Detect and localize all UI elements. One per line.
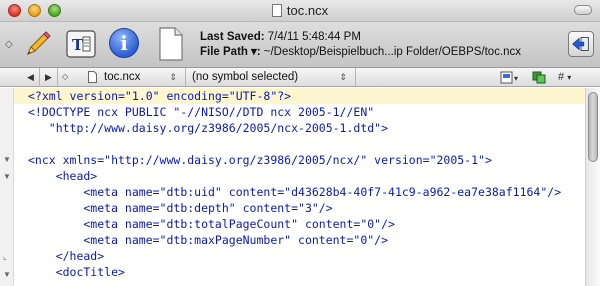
file-selector-popup[interactable]: toc.ncx ⇕: [76, 68, 186, 86]
pencil-icon[interactable]: [22, 28, 54, 60]
nav-forward-button[interactable]: ▶: [40, 68, 58, 86]
vertical-scrollbar[interactable]: [585, 88, 600, 286]
diamond-icon: ◇: [62, 72, 69, 81]
diamond-icon[interactable]: ◇: [5, 39, 13, 50]
code-line[interactable]: <meta name="dtb:depth" content="3"/>: [14, 200, 585, 216]
chevron-updown-icon: ⇕: [339, 72, 347, 82]
code-line[interactable]: <!DOCTYPE ncx PUBLIC "-//NISO//DTD ncx 2…: [14, 104, 585, 120]
file-path-value: ~/Desktop/Beispielbuch...ip Folder/OEBPS…: [263, 46, 522, 58]
window-title-area: toc.ncx: [0, 3, 600, 18]
nav-forward-icon: ▶: [45, 72, 52, 82]
fold-triangle-icon[interactable]: ▼: [3, 172, 11, 181]
svg-text:T: T: [72, 36, 84, 54]
code-line[interactable]: "http://www.daisy.org/z3986/2005/ncx-200…: [14, 120, 585, 136]
bookmarks-icon[interactable]: ▾: [500, 71, 522, 84]
nav-back-icon: ◀: [27, 72, 34, 82]
code-line[interactable]: <head>: [14, 168, 585, 184]
last-saved-label: Last Saved:: [200, 31, 265, 43]
last-saved-value: 7/4/11 5:48:44 PM: [267, 31, 361, 43]
code-text[interactable]: <?xml version="1.0" encoding="UTF-8"?> <…: [14, 88, 585, 280]
code-line[interactable]: <meta name="dtb:maxPageNumber" content="…: [14, 232, 585, 248]
scrollbar-thumb[interactable]: [588, 92, 598, 162]
counterpart-icon[interactable]: [532, 71, 546, 84]
fold-triangle-icon[interactable]: ▼: [3, 155, 11, 164]
code-line[interactable]: </head>: [14, 248, 585, 264]
code-line[interactable]: <?xml version="1.0" encoding="UTF-8"?>: [14, 88, 585, 104]
file-info: Last Saved: 7/4/11 5:48:44 PM File Path ▾…: [200, 31, 522, 58]
title-bar: toc.ncx: [0, 0, 600, 22]
code-line[interactable]: <ncx xmlns="http://www.daisy.org/z3986/2…: [14, 152, 585, 168]
file-selector-label: toc.ncx: [104, 71, 141, 83]
svg-text:▾: ▾: [514, 74, 518, 83]
text-selection-icon[interactable]: T: [66, 30, 96, 58]
document-icon[interactable]: [158, 27, 184, 61]
toolbar-toggle-button[interactable]: [574, 5, 592, 15]
code-editor[interactable]: ▼ ▼ ⌞ ▼ <?xml version="1.0" encoding="UT…: [0, 88, 600, 286]
window-title: toc.ncx: [286, 3, 329, 18]
info-icon[interactable]: i: [109, 28, 139, 58]
fold-end-icon: ⌞: [3, 252, 7, 261]
code-line[interactable]: <meta name="dtb:totalPageCount" content=…: [14, 216, 585, 232]
fold-triangle-icon[interactable]: ▼: [3, 270, 11, 279]
hash-menu-label: #: [558, 71, 565, 83]
file-icon: [88, 71, 97, 83]
back-arrow-icon[interactable]: [568, 31, 594, 57]
code-line[interactable]: <docTitle>: [14, 264, 585, 280]
editor-gutter[interactable]: ▼ ▼ ⌞ ▼: [0, 88, 14, 286]
navigation-bar: ◀ ▶ ◇ toc.ncx ⇕ (no symbol selected) ⇕ ▾…: [0, 68, 600, 87]
nav-back-button[interactable]: ◀: [22, 68, 40, 86]
document-proxy-icon[interactable]: [271, 4, 282, 17]
code-line[interactable]: [14, 136, 585, 152]
hash-menu-button[interactable]: # ▾: [558, 68, 571, 83]
toolbar: ◇ T i Last Saved: 7/4/11 5:48:44 PM File…: [0, 22, 600, 68]
symbol-selector-popup[interactable]: (no symbol selected) ⇕: [186, 68, 356, 86]
symbol-selector-label: (no symbol selected): [192, 71, 299, 83]
code-line[interactable]: <meta name="dtb:uid" content="d43628b4-4…: [14, 184, 585, 200]
chevron-updown-icon: ⇕: [169, 72, 177, 82]
file-path-label[interactable]: File Path: [200, 46, 248, 58]
